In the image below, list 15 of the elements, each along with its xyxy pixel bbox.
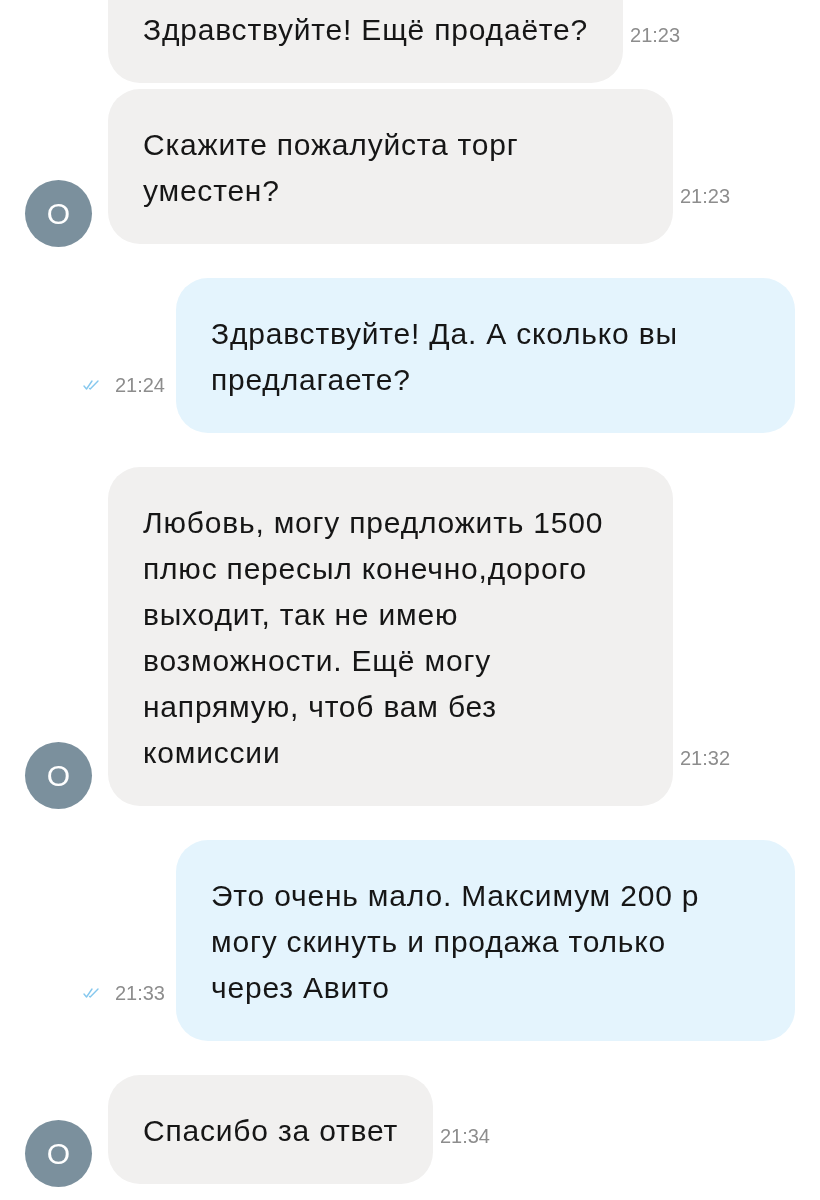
message-time: 21:23 — [680, 184, 731, 208]
message-time: 21:24 — [114, 373, 165, 397]
message-time: 21:34 — [439, 1124, 490, 1148]
avatar[interactable]: О — [25, 180, 92, 247]
message-time: 21:32 — [680, 746, 731, 770]
avatar[interactable]: О — [25, 742, 92, 809]
message-bubble: Это очень мало. Максимум 200 р могу скинуть и продажа только через Авито — [176, 840, 795, 1041]
message-bubble: Любовь, могу предложить 1500 плюс пересыл конечно,дорого выходит, так не имею возможности. Ещё могу напрямую, чтоб вам без комиссии — [108, 467, 673, 806]
message-time: 21:23 — [630, 23, 681, 47]
message-bubble: Скажите пожалуйста торг уместен? — [108, 89, 673, 244]
message-bubble: Здравствуйте! Ещё продаёте? — [108, 0, 624, 83]
avatar[interactable]: О — [25, 1120, 92, 1187]
message-bubble: Спасибо за ответ — [108, 1075, 433, 1184]
message-time: 21:33 — [114, 981, 165, 1005]
message-bubble: Здравствуйте! Да. А сколько вы предлагаете? — [176, 278, 795, 433]
